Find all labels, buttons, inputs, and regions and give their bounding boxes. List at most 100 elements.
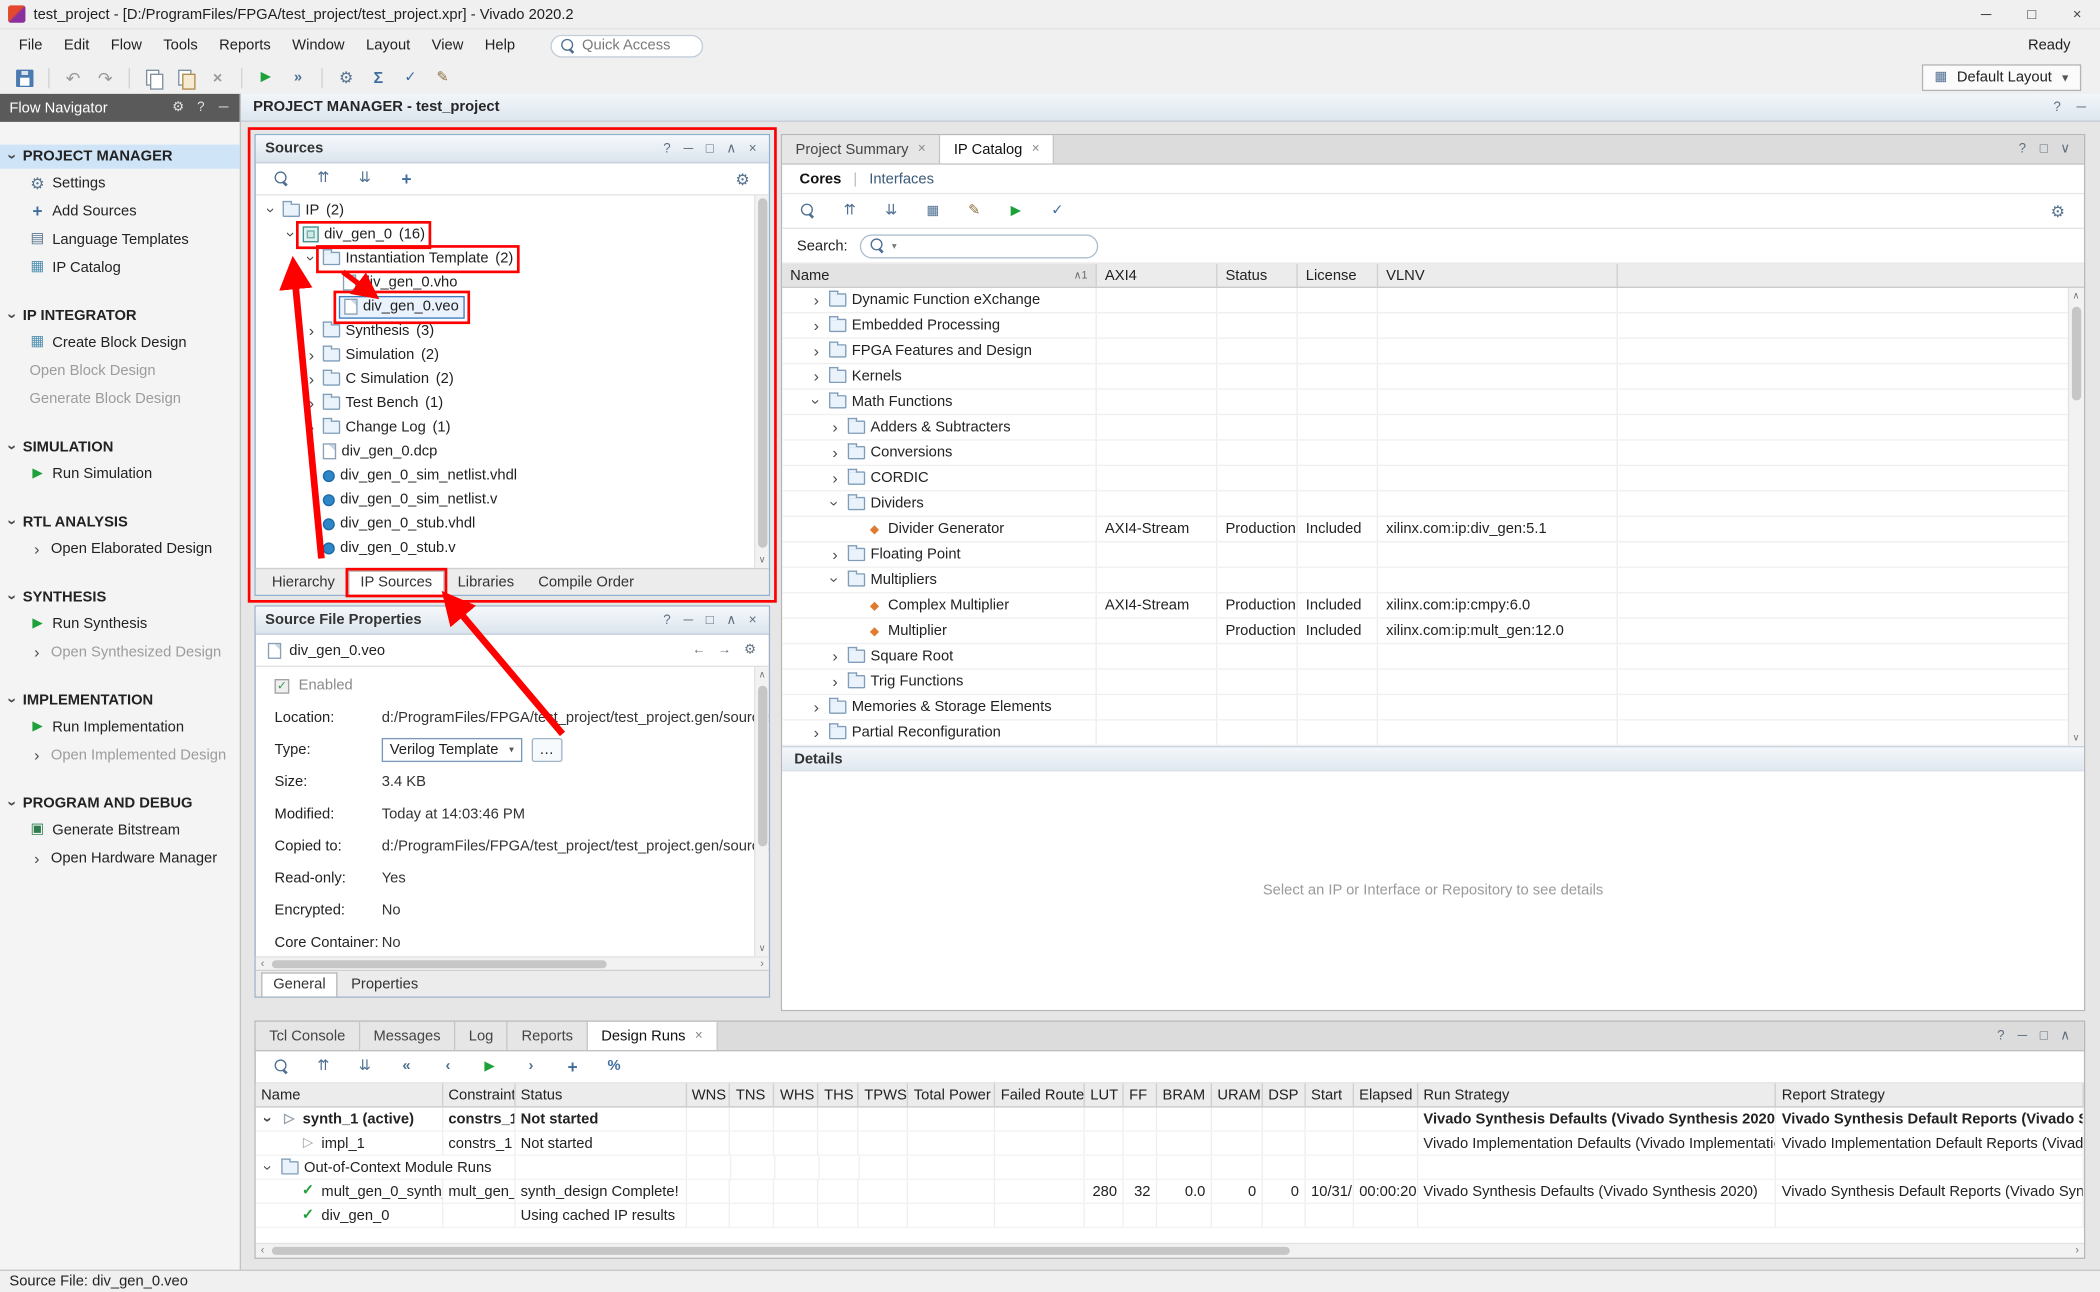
catalog-search-input[interactable]: ▾ [860,234,1098,258]
float-icon[interactable]: □ [703,141,716,156]
settings-gear-button[interactable]: ⚙ [2044,198,2072,225]
close-icon[interactable]: × [695,1029,703,1044]
expander-icon[interactable]: › [809,723,824,742]
catalog-row[interactable]: ›CORDIC [782,466,2084,491]
tree-item[interactable]: div_gen_0_sim_netlist.v [256,488,769,512]
delete-button[interactable]: × [204,64,232,91]
minimize-icon[interactable]: ─ [2016,1029,2029,1044]
close-icon[interactable]: × [746,141,759,156]
expander-icon[interactable]: › [809,291,824,310]
tab-ip-sources[interactable]: IP Sources [348,571,444,595]
collapse-all-button[interactable]: ⇈ [309,1053,337,1080]
column-header-name[interactable]: Name∧1 [782,264,1097,287]
expander-icon[interactable]: › [3,515,22,530]
expand-all-button[interactable]: ⇊ [351,165,379,192]
expand-all-button[interactable]: ⇊ [877,198,905,225]
minimize-button[interactable]: ─ [1963,0,2009,28]
column-header-wns[interactable]: WNS [686,1083,730,1106]
add-button[interactable]: + [392,165,420,192]
search-button[interactable] [268,165,296,192]
flownav-section-program-and-debug[interactable]: ›PROGRAM AND DEBUG [0,792,240,816]
expand-all-button[interactable]: ⇊ [351,1053,379,1080]
column-header-start[interactable]: Start [1306,1083,1354,1106]
column-header-name[interactable]: Name [256,1083,443,1106]
column-header-dsp[interactable]: DSP [1263,1083,1306,1106]
scroll-left-icon[interactable]: ‹ [256,1244,269,1256]
column-header-license[interactable]: License [1298,264,1378,287]
menu-window[interactable]: Window [281,33,355,57]
flownav-item-ip-catalog[interactable]: ▦IP Catalog [0,253,240,281]
enabled-checkbox[interactable]: ✓ [275,678,290,693]
run-row[interactable]: ▷impl_1constrs_1Not startedVivado Implem… [256,1132,2084,1156]
tab-tcl-console[interactable]: Tcl Console [256,1022,360,1050]
catalog-row[interactable]: ›Partial Reconfiguration [782,721,2084,746]
more-button[interactable]: … [531,738,562,762]
tab-compile-order[interactable]: Compile Order [528,572,645,595]
flownav-item-open-elaborated-design[interactable]: ›Open Elaborated Design [0,534,240,562]
tree-item[interactable]: ›IP(2) [256,198,769,222]
settings-gear-icon[interactable]: ⚙ [743,643,756,658]
catalog-row[interactable]: ›Dividers [782,492,2084,517]
help-icon[interactable]: ? [2050,100,2063,115]
expander-icon[interactable]: › [828,418,843,437]
back-icon[interactable]: ← [692,643,705,658]
flownav-item-settings[interactable]: ⚙Settings [0,169,240,197]
percent-button[interactable]: % [600,1053,628,1080]
catalog-row[interactable]: ›Dynamic Function eXchange [782,288,2084,313]
menu-file[interactable]: File [8,33,53,57]
collapse-panel-icon[interactable]: ∧ [725,613,738,628]
expander-icon[interactable]: › [29,539,44,558]
expander-icon[interactable]: › [302,251,321,266]
catalog-row[interactable]: ◆Divider GeneratorAXI4-StreamProductionI… [782,517,2084,542]
expander-icon[interactable]: › [828,672,843,691]
expander-icon[interactable]: › [3,440,22,455]
scroll-down-icon[interactable]: ∨ [755,552,768,568]
flownav-section-project-manager[interactable]: ›PROJECT MANAGER [0,145,240,169]
catalog-row[interactable]: ◆Complex MultiplierAXI4-StreamProduction… [782,593,2084,618]
play-button[interactable]: ▶ [475,1053,503,1080]
flownav-item-run-simulation[interactable]: ▶Run Simulation [0,459,240,487]
expander-icon[interactable]: › [29,642,44,661]
column-header-uram[interactable]: URAM [1212,1083,1263,1106]
tree-item[interactable]: ›Synthesis(3) [256,319,769,343]
catalog-row[interactable]: ›Kernels [782,364,2084,389]
runs-horizontal-scrollbar[interactable]: ‹ › [256,1243,2084,1258]
flownav-item-open-block-design[interactable]: Open Block Design [0,356,240,384]
catalog-row[interactable]: ›Conversions [782,441,2084,466]
column-header-ths[interactable]: THS [819,1083,859,1106]
column-header-tns[interactable]: TNS [731,1083,775,1106]
scrollbar-thumb[interactable] [757,198,766,548]
expander-icon[interactable]: › [304,394,319,413]
catalog-row[interactable]: ›Adders & Subtracters [782,415,2084,440]
column-header-axi4[interactable]: AXI4 [1097,264,1218,287]
expander-icon[interactable]: › [828,647,843,666]
help-icon[interactable]: ? [194,100,207,115]
flownav-item-open-synthesized-design[interactable]: ›Open Synthesized Design [0,638,240,666]
save-button[interactable] [11,64,39,91]
tree-item[interactable]: div_gen_0.dcp [256,439,769,463]
collapse-panel-icon[interactable]: ∧ [725,141,738,156]
quick-access-search[interactable]: Quick Access [550,34,703,57]
subtab-cores[interactable]: Cores [800,171,842,187]
tree-item[interactable]: div_gen_0_sim_netlist.vhdl [256,463,769,487]
tree-item[interactable]: ›Change Log(1) [256,415,769,439]
tab-general[interactable]: General [261,972,338,996]
paste-button[interactable] [171,64,199,91]
column-header-constraints[interactable]: Constraints [443,1083,515,1106]
tab-libraries[interactable]: Libraries [447,572,525,595]
group-button[interactable]: ▦ [919,198,947,225]
flownav-item-generate-bitstream[interactable]: ▣Generate Bitstream [0,816,240,844]
tree-item[interactable]: div_gen_0.vho [256,271,769,295]
flownav-section-rtl-analysis[interactable]: ›RTL ANALYSIS [0,510,240,534]
scroll-down-icon[interactable]: ∨ [755,940,768,956]
expander-icon[interactable]: › [828,469,843,488]
column-header-failed-routes[interactable]: Failed Routes [995,1083,1085,1106]
go-start-button[interactable]: « [392,1053,420,1080]
help-icon[interactable]: ? [1994,1029,2007,1044]
flownav-section-simulation[interactable]: ›SIMULATION [0,435,240,459]
scroll-right-icon[interactable]: › [755,958,768,970]
close-icon[interactable]: × [918,142,926,157]
scroll-up-icon[interactable]: ∧ [2069,288,2082,304]
expander-icon[interactable]: › [809,367,824,386]
catalog-row[interactable]: ◆MultiplierProductionIncludedxilinx.com:… [782,619,2084,644]
